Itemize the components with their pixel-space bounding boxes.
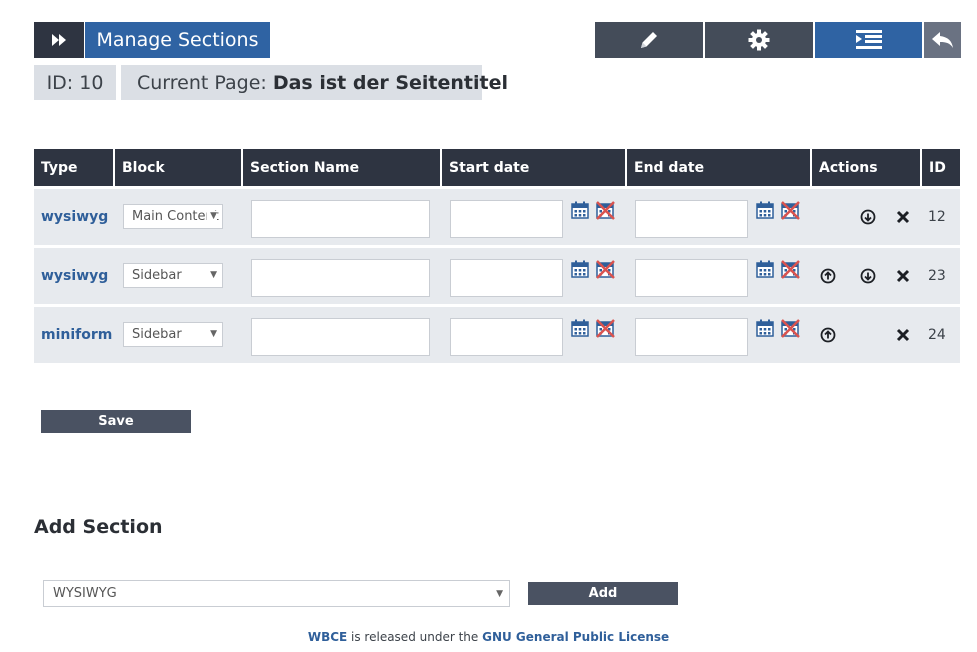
save-button[interactable]: Save [41, 410, 191, 433]
clear-date-icon[interactable] [596, 319, 615, 338]
table-row: wysiwyg Main Content ▼ 12 [34, 189, 960, 245]
section-name-input[interactable] [251, 259, 430, 297]
delete-icon[interactable] [895, 209, 911, 225]
start-date-input[interactable] [450, 200, 563, 238]
clear-date-icon[interactable] [781, 201, 800, 220]
move-up-icon[interactable] [820, 327, 836, 343]
section-type-link[interactable]: miniform [41, 307, 112, 363]
footer: WBCE is released under the GNU General P… [0, 630, 977, 644]
add-section-heading: Add Section [34, 516, 163, 538]
block-select-value: Main Content [132, 209, 219, 224]
block-select[interactable]: Sidebar ▼ [123, 322, 223, 347]
clear-date-icon[interactable] [781, 319, 800, 338]
current-page-title: Das ist der Seitentitel [272, 71, 508, 94]
block-select[interactable]: Sidebar ▼ [123, 263, 223, 288]
sections-table-header: Type Block Section Name Start date End d… [34, 149, 960, 186]
manage-sections-button[interactable] [815, 22, 922, 58]
column-header-start-date: Start date [442, 149, 627, 186]
section-id: 23 [928, 268, 946, 284]
block-select-value: Sidebar [132, 327, 182, 342]
section-id: 24 [928, 327, 946, 343]
reply-icon [931, 32, 953, 48]
gear-icon [748, 29, 770, 51]
section-type-value: WYSIWYG [53, 586, 117, 601]
move-down-icon[interactable] [860, 268, 876, 284]
column-header-block: Block [115, 149, 243, 186]
back-button[interactable] [924, 22, 961, 58]
pencil-icon [641, 32, 657, 48]
forward-icon [52, 34, 66, 46]
sidebar-toggle-button[interactable] [34, 22, 84, 58]
end-date-input[interactable] [635, 318, 748, 356]
current-page-prefix: Current Page: [137, 71, 267, 94]
footer-brand-link[interactable]: WBCE [308, 630, 347, 644]
chevron-down-icon: ▼ [207, 329, 217, 339]
move-down-icon[interactable] [860, 209, 876, 225]
start-date-input[interactable] [450, 318, 563, 356]
calendar-icon[interactable] [756, 319, 774, 337]
end-date-input[interactable] [635, 200, 748, 238]
chevron-down-icon: ▼ [207, 211, 217, 221]
calendar-icon[interactable] [571, 201, 589, 219]
section-id: 12 [928, 209, 946, 225]
table-row: miniform Sidebar ▼ 24 [34, 307, 960, 363]
block-select-value: Sidebar [132, 268, 182, 283]
column-header-end-date: End date [627, 149, 812, 186]
section-type-link[interactable]: wysiwyg [41, 189, 108, 245]
edit-page-button[interactable] [595, 22, 703, 58]
block-select[interactable]: Main Content ▼ [123, 204, 223, 229]
column-header-type: Type [34, 149, 115, 186]
chevron-down-icon: ▼ [207, 270, 217, 280]
page-title: Manage Sections [85, 22, 270, 58]
current-page-label: Current Page: Das ist der Seitentitel [121, 65, 508, 100]
column-header-actions: Actions [812, 149, 922, 186]
calendar-icon[interactable] [571, 319, 589, 337]
chevron-down-icon: ▼ [496, 589, 503, 599]
delete-icon[interactable] [895, 268, 911, 284]
section-type-link[interactable]: wysiwyg [41, 248, 108, 304]
section-type-select[interactable]: WYSIWYG ▼ [43, 580, 510, 607]
calendar-icon[interactable] [756, 260, 774, 278]
start-date-input[interactable] [450, 259, 563, 297]
calendar-icon[interactable] [756, 201, 774, 219]
table-row: wysiwyg Sidebar ▼ 23 [34, 248, 960, 304]
clear-date-icon[interactable] [781, 260, 800, 279]
clear-date-icon[interactable] [596, 201, 615, 220]
move-up-icon[interactable] [820, 268, 836, 284]
sections-icon [855, 30, 882, 49]
column-header-section-name: Section Name [243, 149, 442, 186]
column-header-id: ID [929, 159, 946, 176]
calendar-icon[interactable] [571, 260, 589, 278]
page-settings-button[interactable] [705, 22, 813, 58]
delete-icon[interactable] [895, 327, 911, 343]
end-date-input[interactable] [635, 259, 748, 297]
section-name-input[interactable] [251, 200, 430, 238]
clear-date-icon[interactable] [596, 260, 615, 279]
footer-license-link[interactable]: GNU General Public License [482, 630, 669, 644]
section-name-input[interactable] [251, 318, 430, 356]
add-section-button[interactable]: Add [528, 582, 678, 605]
page-id-badge: ID: 10 [34, 65, 116, 100]
footer-text: is released under the [347, 630, 483, 644]
